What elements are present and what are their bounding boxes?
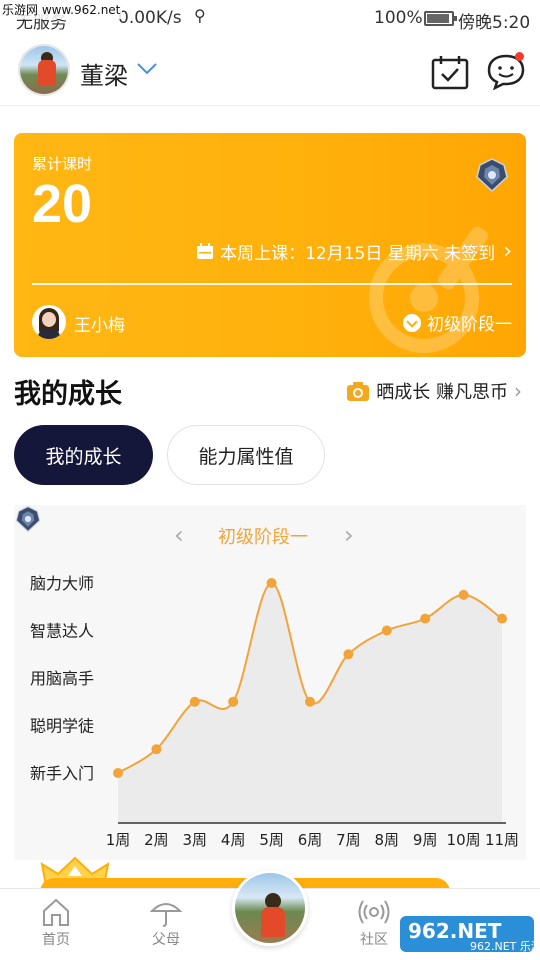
- chart-point: [458, 589, 469, 600]
- share-link-text: 晒成长 赚凡思币: [376, 382, 508, 403]
- calendar-check-icon: [431, 56, 469, 90]
- teacher-name: 王小梅: [74, 316, 125, 336]
- notification-dot: [515, 52, 524, 61]
- y-level-label: 新手入门: [30, 764, 94, 783]
- tab-ability-attributes[interactable]: 能力属性值: [167, 425, 325, 485]
- home-icon: [43, 898, 69, 926]
- broadcast-icon: [358, 900, 390, 924]
- tab-my-growth[interactable]: 我的成长: [14, 425, 153, 485]
- tab-home-label: 首页: [42, 932, 70, 948]
- chart-point: [381, 625, 392, 636]
- chart-point: [420, 613, 431, 624]
- x-tick-label: 9周: [413, 831, 438, 849]
- section-title: 我的成长: [14, 379, 122, 410]
- chevron-right-icon: ›: [514, 379, 522, 403]
- calendar-small-icon: [197, 243, 214, 259]
- chart-point: [343, 649, 354, 660]
- stage-selector[interactable]: 初级阶段一: [403, 310, 512, 335]
- tab-parents-label: 父母: [152, 932, 180, 948]
- chart-point: [151, 744, 162, 755]
- chart-plot: 新手入门 聪明学徒 用脑高手 智慧达人 脑力大师 1周 2周 3周 4周 5周 6周 7周 8周 9周 10…: [30, 574, 519, 849]
- watermark-top: 乐游网 www.962.net: [0, 0, 123, 19]
- x-tick-label: 7周: [336, 831, 361, 849]
- teacher-avatar: [32, 305, 66, 339]
- y-level-label: 聪明学徒: [30, 717, 94, 736]
- growth-chart: ‹ 初级阶段一 › 新手入门 聪明学徒 用脑高手 智慧达人 脑力大师 1周 2周 3周 4周 5周…: [14, 505, 526, 860]
- chevron-right-icon: ›: [503, 239, 512, 264]
- x-tick-label: 4周: [221, 831, 246, 849]
- schedule-text: 本周上课：12月15日 星期六 未签到: [220, 244, 496, 264]
- x-tick-label: 10周: [447, 831, 481, 849]
- y-level-label: 用脑高手: [30, 669, 94, 688]
- clock: 傍晚5:20: [458, 13, 531, 33]
- chat-button[interactable]: [486, 52, 526, 91]
- rank-badge-icon: [476, 158, 508, 193]
- chevron-down-icon[interactable]: [136, 62, 158, 76]
- battery-icon: [424, 11, 457, 26]
- y-level-label: 脑力大师: [30, 574, 94, 593]
- x-tick-label: 2周: [144, 831, 169, 849]
- tab-parents[interactable]: 父母: [126, 895, 206, 957]
- x-tick-label: 8周: [375, 831, 400, 849]
- watermark-text: 962.NET 乐游网: [470, 940, 534, 953]
- x-tick-label: 3周: [183, 831, 208, 849]
- chart-point: [497, 613, 507, 624]
- chart-point: [266, 578, 277, 588]
- usb-icon: ⚲: [194, 6, 206, 25]
- weekly-schedule[interactable]: 本周上课：12月15日 星期六 未签到 ›: [196, 239, 512, 264]
- chart-point: [113, 768, 123, 778]
- network-speed: 0.00K/s: [118, 8, 182, 28]
- x-tick-label: 5周: [259, 831, 284, 849]
- hours-label: 累计课时: [32, 155, 93, 173]
- umbrella-icon: [150, 903, 182, 927]
- avatar[interactable]: [18, 44, 70, 96]
- course-hours-card[interactable]: 累计课时 20 本周上课：12月15日 星期六 未签到 › 王小梅 初级阶段一: [14, 133, 526, 357]
- chart-point: [189, 696, 200, 707]
- battery-percent: 100%: [374, 8, 423, 28]
- app-header: 董梁: [0, 36, 540, 106]
- card-divider: [32, 283, 512, 285]
- hours-value: 20: [32, 174, 93, 234]
- chart-point: [228, 696, 239, 707]
- watermark-logo: 962.NET 962.NET 乐游网: [400, 916, 534, 953]
- camera-icon: [347, 382, 370, 401]
- stage-label: 初级阶段一: [427, 315, 512, 335]
- tab-home[interactable]: 首页: [16, 895, 96, 957]
- chart-point: [305, 696, 315, 707]
- y-level-label: 智慧达人: [30, 622, 94, 641]
- x-tick-label: 1周: [106, 831, 131, 849]
- tab-center-avatar[interactable]: [232, 870, 308, 946]
- x-tick-label: 6周: [298, 831, 323, 849]
- calendar-check-button[interactable]: [430, 54, 470, 90]
- share-growth-link[interactable]: 晒成长 赚凡思币 ›: [346, 378, 522, 404]
- x-tick-label: 11周: [485, 831, 519, 849]
- user-name[interactable]: 董梁: [80, 56, 128, 91]
- chevron-circle-icon: [403, 313, 421, 332]
